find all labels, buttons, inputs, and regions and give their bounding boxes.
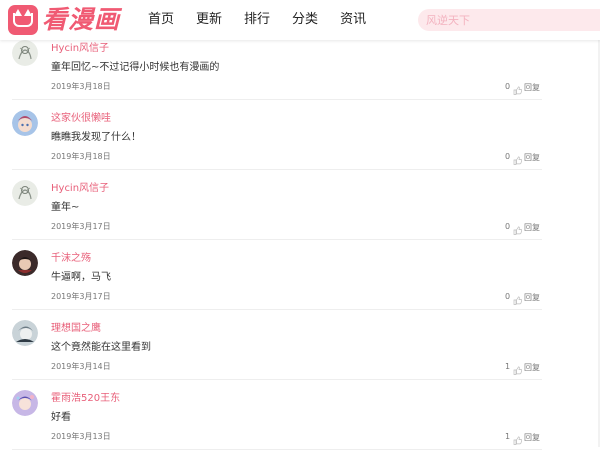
thumb-up-icon[interactable] bbox=[513, 360, 523, 375]
like-count: 0 bbox=[505, 152, 511, 161]
comment-date: 2019年3月17日 bbox=[51, 222, 111, 231]
comment-text: 好看 bbox=[51, 412, 71, 423]
reply-button[interactable]: 回复 bbox=[524, 82, 540, 93]
user-avatar[interactable] bbox=[12, 110, 38, 136]
thumb-up-icon[interactable] bbox=[513, 80, 523, 95]
comment-divider bbox=[12, 99, 542, 100]
comment-username[interactable]: 这家伙很懒哇 bbox=[51, 109, 111, 124]
comment-text: 瞧瞧我发现了什么！ bbox=[51, 132, 141, 143]
nav-home[interactable]: 首页 bbox=[148, 0, 174, 40]
comment-divider bbox=[12, 449, 542, 450]
like-count: 0 bbox=[505, 222, 511, 231]
comment-username[interactable]: 理想国之鹰 bbox=[51, 319, 101, 334]
search-input[interactable] bbox=[418, 9, 600, 31]
thumb-up-icon[interactable] bbox=[513, 150, 523, 165]
logo-cat-icon bbox=[8, 5, 38, 35]
comment-text: 童年~ bbox=[51, 202, 80, 213]
nav-categories[interactable]: 分类 bbox=[292, 0, 318, 40]
site-logo[interactable]: 看漫画 bbox=[8, 4, 136, 36]
comment-divider bbox=[12, 379, 542, 380]
nav-news[interactable]: 资讯 bbox=[340, 0, 366, 40]
thumb-up-icon[interactable] bbox=[513, 430, 523, 445]
user-avatar[interactable] bbox=[12, 180, 38, 206]
like-count: 0 bbox=[505, 292, 511, 301]
comment-item: 千沫之殇牛逼啊，马飞 2019年3月17日 0 回复 bbox=[0, 242, 600, 312]
reply-button[interactable]: 回复 bbox=[524, 362, 540, 373]
comment-item: Hycin风信子童年回忆~不过记得小时候也有漫画的 2019年3月18日 0 回复 bbox=[0, 32, 600, 102]
comment-text: 牛逼啊，马飞 bbox=[51, 272, 111, 283]
reply-button[interactable]: 回复 bbox=[524, 292, 540, 303]
comment-divider bbox=[12, 239, 542, 240]
comment-username[interactable]: 霍雨浩520王东 bbox=[51, 389, 120, 404]
logo-text: 看漫画 bbox=[42, 5, 121, 34]
top-header: 看漫画 首页 更新 排行 分类 资讯 bbox=[0, 0, 600, 40]
reply-button[interactable]: 回复 bbox=[524, 432, 540, 443]
thumb-up-icon[interactable] bbox=[513, 220, 523, 235]
comment-item: Hycin风信子童年~ 2019年3月17日 0 回复 bbox=[0, 172, 600, 242]
reply-button[interactable]: 回复 bbox=[524, 152, 540, 163]
comment-date: 2019年3月18日 bbox=[51, 152, 111, 161]
like-count: 0 bbox=[505, 82, 511, 91]
comment-item: 霍雨浩520王东好看 2019年3月13日 1 回复 bbox=[0, 382, 600, 452]
main-nav: 首页 更新 排行 分类 资讯 bbox=[148, 0, 388, 40]
comment-username[interactable]: 千沫之殇 bbox=[51, 249, 91, 264]
comment-date: 2019年3月13日 bbox=[51, 432, 111, 441]
comment-date: 2019年3月17日 bbox=[51, 292, 111, 301]
comment-item: 理想国之鹰这个竟然能在这里看到 2019年3月14日 1 回复 bbox=[0, 312, 600, 382]
comment-text: 童年回忆~不过记得小时候也有漫画的 bbox=[51, 62, 220, 73]
user-avatar[interactable] bbox=[12, 250, 38, 276]
comment-date: 2019年3月14日 bbox=[51, 362, 111, 371]
like-count: 1 bbox=[505, 362, 511, 371]
comment-item: 这家伙很懒哇瞧瞧我发现了什么！ 2019年3月18日 0 回复 bbox=[0, 102, 600, 172]
nav-updates[interactable]: 更新 bbox=[196, 0, 222, 40]
like-count: 1 bbox=[505, 432, 511, 441]
user-avatar[interactable] bbox=[12, 390, 38, 416]
comment-divider bbox=[12, 169, 542, 170]
user-avatar[interactable] bbox=[12, 40, 38, 66]
comment-date: 2019年3月18日 bbox=[51, 82, 111, 91]
comment-divider bbox=[12, 309, 542, 310]
user-avatar[interactable] bbox=[12, 320, 38, 346]
reply-button[interactable]: 回复 bbox=[524, 222, 540, 233]
comment-username[interactable]: Hycin风信子 bbox=[51, 39, 109, 54]
nav-ranking[interactable]: 排行 bbox=[244, 0, 270, 40]
comment-text: 这个竟然能在这里看到 bbox=[51, 342, 151, 353]
comment-username[interactable]: Hycin风信子 bbox=[51, 179, 109, 194]
thumb-up-icon[interactable] bbox=[513, 290, 523, 305]
